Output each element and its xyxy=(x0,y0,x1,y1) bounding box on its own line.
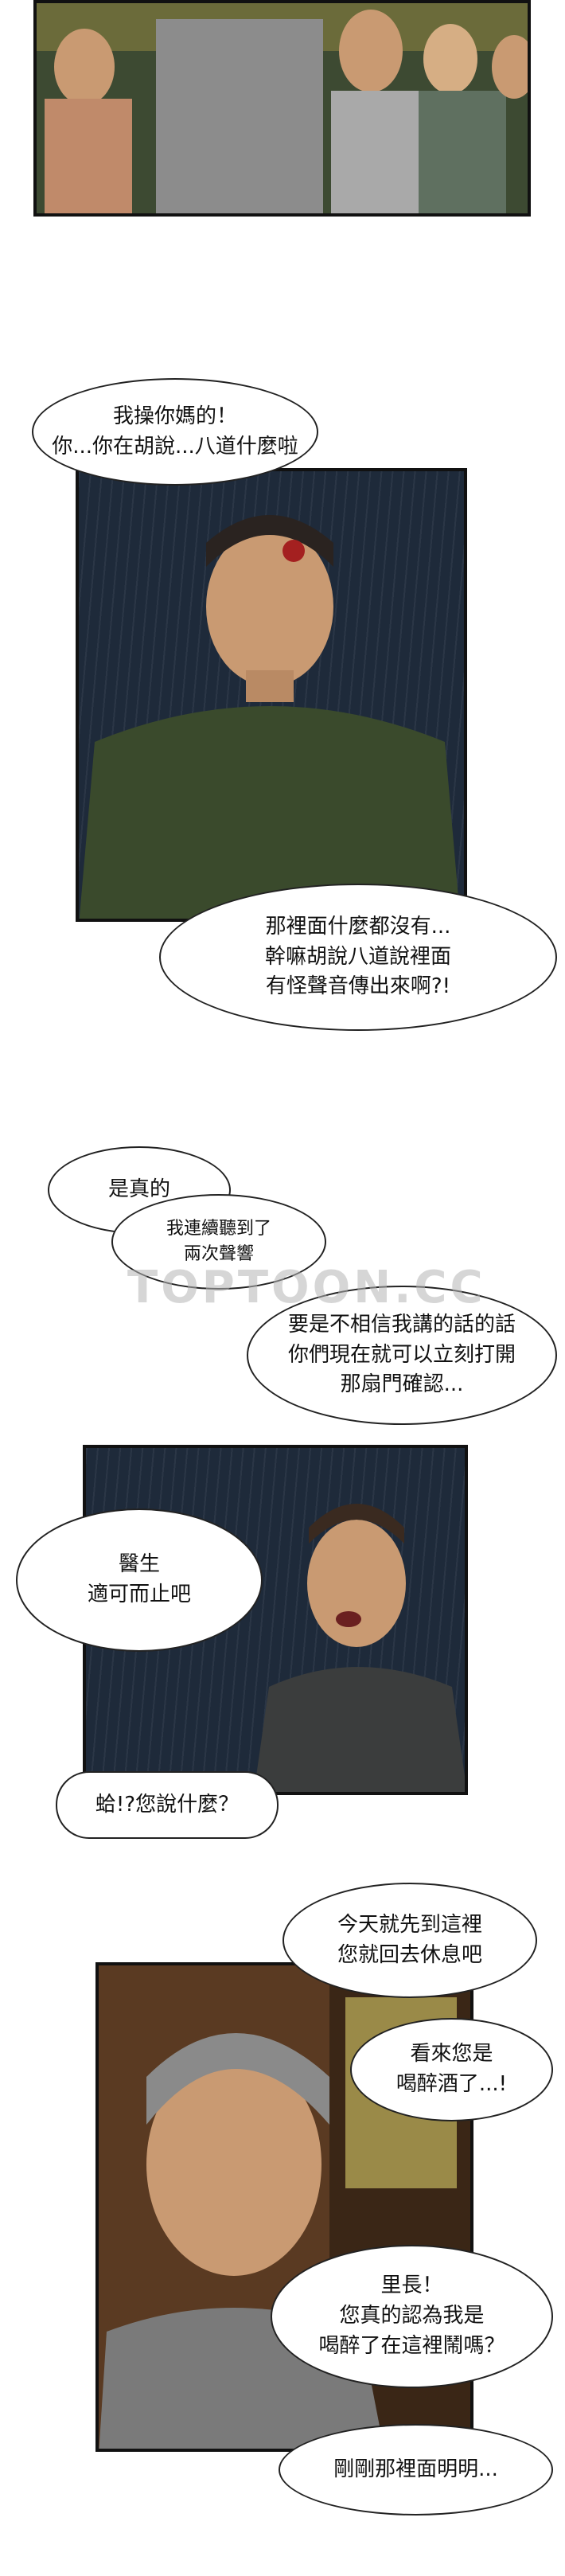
speech-bubble-go-rest: 今天就先到這裡 您就回去休息吧 xyxy=(282,1883,537,1998)
bubble-line: 醫生 xyxy=(118,1552,160,1577)
bubble-line: 要是不相信我講的話的話 xyxy=(287,1312,516,1337)
bubble-line: 您就回去休息吧 xyxy=(337,1942,482,1967)
bubble-line: 有怪聲音傳出來啊?! xyxy=(265,974,451,999)
bubble-line: 幹嘛胡說八道說裡面 xyxy=(264,944,451,969)
bubble-line: 剛剛那裡面明明... xyxy=(333,2457,498,2481)
bubble-line: 那扇門確認... xyxy=(340,1372,464,1397)
bubble-line: 那裡面什麼都沒有... xyxy=(265,914,451,939)
speech-bubble-what: 蛤!?您說什麼？ xyxy=(56,1771,279,1839)
bubble-line: 我連續聽到了 xyxy=(166,1219,271,1239)
watermark: TOPTOON.CC xyxy=(127,1262,486,1313)
speech-bubble-village-chief: 里長！ 您真的認為我是 喝醉了在這裡鬧嗎？ xyxy=(271,2245,553,2388)
bubble-line: 我操你媽的！ xyxy=(112,404,237,428)
man-illustration xyxy=(79,515,461,919)
bubble-line: 你們現在就可以立刻打開 xyxy=(287,1342,516,1367)
speech-bubble-angry: 我操你媽的！ 你...你在胡說...八道什麼啦 xyxy=(32,378,318,486)
bubble-line: 蛤!?您說什麼？ xyxy=(95,1792,240,1817)
bubble-line: 您真的認為我是 xyxy=(339,2304,485,2328)
bubble-line: 喝醉了在這裡鬧嗎？ xyxy=(318,2333,505,2358)
speech-bubble-doctor: 醫生 適可而止吧 xyxy=(16,1509,263,1652)
speech-bubble-denial: 那裡面什麼都沒有... 幹嘛胡說八道說裡面 有怪聲音傳出來啊?! xyxy=(159,884,557,1031)
panel-man-rain xyxy=(76,468,467,922)
speech-bubble-drunk: 看來您是 喝醉酒了...! xyxy=(350,2018,553,2121)
speech-bubble-just-now: 剛剛那裡面明明... xyxy=(279,2424,553,2516)
bubble-line: 你...你在胡說...八道什麼啦 xyxy=(52,434,298,459)
bubble-line: 喝醉酒了...! xyxy=(396,2072,508,2096)
bubble-line: 看來您是 xyxy=(410,2042,493,2067)
bubble-line: 適可而止吧 xyxy=(87,1583,191,1606)
crowd-illustration xyxy=(37,3,528,213)
bubble-line: 里長！ xyxy=(380,2274,443,2298)
panel-crowd xyxy=(33,0,531,217)
bubble-line: 今天就先到這裡 xyxy=(337,1912,482,1937)
